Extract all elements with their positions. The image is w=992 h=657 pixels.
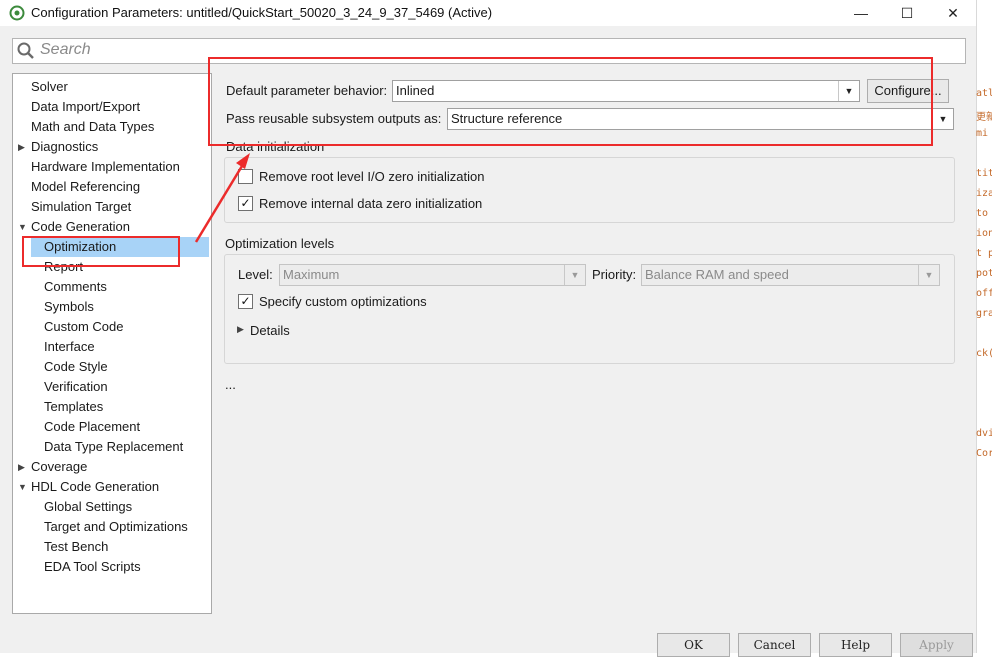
pass-reusable-label: Pass reusable subsystem outputs as: <box>226 111 442 126</box>
dropdown-arrow-icon: ▼ <box>838 81 859 101</box>
tree-item-code-style[interactable]: Code Style <box>44 357 108 377</box>
priority-dropdown[interactable]: Balance RAM and speed ▼ <box>641 264 940 286</box>
more-ellipsis[interactable]: ... <box>225 377 236 392</box>
tree-item-symbols[interactable]: Symbols <box>44 297 94 317</box>
tree-item-target-and-optimizations[interactable]: Target and Optimizations <box>44 517 188 537</box>
bg-code-fragment: atl <box>976 88 992 99</box>
tree-item-hardware-implementation[interactable]: Hardware Implementation <box>31 157 180 177</box>
tree-item-solver[interactable]: Solver <box>31 77 68 97</box>
checkmark-icon: ✓ <box>240 294 251 308</box>
details-label[interactable]: Details <box>250 323 290 338</box>
remove-root-label: Remove root level I/O zero initializatio… <box>259 169 485 184</box>
tree-item-interface[interactable]: Interface <box>44 337 95 357</box>
tree-item-simulation-target[interactable]: Simulation Target <box>31 197 131 217</box>
minimize-button[interactable]: — <box>846 3 876 23</box>
data-init-title: Data initialization <box>226 139 325 154</box>
details-expand-icon[interactable]: ▶ <box>237 324 244 335</box>
tree-item-code-generation[interactable]: Code Generation <box>31 217 130 237</box>
bg-code-fragment: dvi <box>976 428 992 439</box>
level-dropdown[interactable]: Maximum ▼ <box>279 264 586 286</box>
configure-button[interactable]: Configure... <box>867 79 949 103</box>
bg-code-fragment: ion <box>976 228 992 239</box>
tree-item-global-settings[interactable]: Global Settings <box>44 497 132 517</box>
close-icon: ✕ <box>947 5 959 21</box>
ok-button[interactable]: OK <box>657 633 730 657</box>
tree-item-coverage[interactable]: Coverage <box>31 457 87 477</box>
remove-root-checkbox[interactable] <box>238 169 253 184</box>
matlab-logo-icon <box>9 5 25 21</box>
dropdown-arrow-icon: ▼ <box>932 109 953 129</box>
pass-reusable-value: Structure reference <box>451 111 563 126</box>
tree-item-report[interactable]: Report <box>44 257 83 277</box>
tree-item-test-bench[interactable]: Test Bench <box>44 537 108 557</box>
maximize-button[interactable]: ☐ <box>892 3 922 23</box>
bg-code-fragment: gra <box>976 308 992 319</box>
data-init-group <box>224 157 955 223</box>
bg-code-fragment: pot <box>976 268 992 279</box>
minimize-icon: — <box>854 5 868 21</box>
pass-reusable-dropdown[interactable]: Structure reference ▼ <box>447 108 954 130</box>
category-tree: Solver Data Import/Export Math and Data … <box>12 73 212 614</box>
tree-item-verification[interactable]: Verification <box>44 377 108 397</box>
tree-item-model-referencing[interactable]: Model Referencing <box>31 177 140 197</box>
help-button[interactable]: Help <box>819 633 892 657</box>
tree-item-code-placement[interactable]: Code Placement <box>44 417 140 437</box>
search-icon <box>17 42 34 59</box>
collapse-arrow-icon[interactable]: ▼ <box>18 477 27 497</box>
window-title: Configuration Parameters: untitled/Quick… <box>31 5 493 20</box>
default-param-dropdown[interactable]: Inlined ▼ <box>392 80 860 102</box>
default-param-value: Inlined <box>396 83 435 98</box>
tree-item-custom-code[interactable]: Custom Code <box>44 317 123 337</box>
cancel-button[interactable]: Cancel <box>738 633 811 657</box>
config-params-window: Configuration Parameters: untitled/Quick… <box>0 0 976 657</box>
expand-arrow-icon[interactable]: ▶ <box>18 137 25 157</box>
remove-internal-label: Remove internal data zero initialization <box>259 196 483 211</box>
tree-item-data-import-export[interactable]: Data Import/Export <box>31 97 140 117</box>
tree-item-math-and-data-types[interactable]: Math and Data Types <box>31 117 154 137</box>
custom-opt-checkbox[interactable]: ✓ <box>238 294 253 309</box>
bg-code-fragment: to <box>976 208 989 219</box>
tree-item-diagnostics[interactable]: Diagnostics <box>31 137 98 157</box>
bg-code-fragment: t p <box>976 248 992 259</box>
remove-internal-checkbox[interactable]: ✓ <box>238 196 253 211</box>
priority-label: Priority: <box>592 267 637 282</box>
bg-code-fragment: iza <box>976 188 992 199</box>
dropdown-arrow-icon: ▼ <box>564 265 585 285</box>
bg-code-fragment: off <box>976 288 992 299</box>
apply-button[interactable]: Apply <box>900 633 973 657</box>
bg-code-fragment: tit <box>976 168 992 179</box>
priority-value: Balance RAM and speed <box>645 267 789 282</box>
bg-code-fragment: mi <box>976 128 989 139</box>
bg-code-fragment: ck( <box>976 348 992 359</box>
tree-item-hdl-code-generation[interactable]: HDL Code Generation <box>31 477 159 497</box>
search-input[interactable]: Search <box>12 38 966 64</box>
tree-item-data-type-replacement[interactable]: Data Type Replacement <box>44 437 183 457</box>
opt-levels-title: Optimization levels <box>225 236 335 251</box>
tree-item-comments[interactable]: Comments <box>44 277 107 297</box>
tree-item-optimization[interactable]: Optimization <box>31 237 209 257</box>
collapse-arrow-icon[interactable]: ▼ <box>18 217 27 237</box>
custom-opt-label: Specify custom optimizations <box>259 294 427 309</box>
checkmark-icon: ✓ <box>240 196 251 210</box>
title-bar: Configuration Parameters: untitled/Quick… <box>0 0 976 26</box>
level-label: Level: <box>238 267 273 282</box>
search-placeholder: Search <box>40 41 91 58</box>
bg-code-fragment: 更新 <box>976 112 992 123</box>
maximize-icon: ☐ <box>900 5 914 21</box>
level-value: Maximum <box>283 267 340 282</box>
close-button[interactable]: ✕ <box>938 3 968 23</box>
tree-item-eda-tool-scripts[interactable]: EDA Tool Scripts <box>44 557 141 577</box>
dropdown-arrow-icon: ▼ <box>918 265 939 285</box>
expand-arrow-icon[interactable]: ▶ <box>18 457 25 477</box>
default-param-label: Default parameter behavior: <box>226 83 388 98</box>
tree-item-templates[interactable]: Templates <box>44 397 103 417</box>
bg-code-fragment: Cor <box>976 448 992 459</box>
